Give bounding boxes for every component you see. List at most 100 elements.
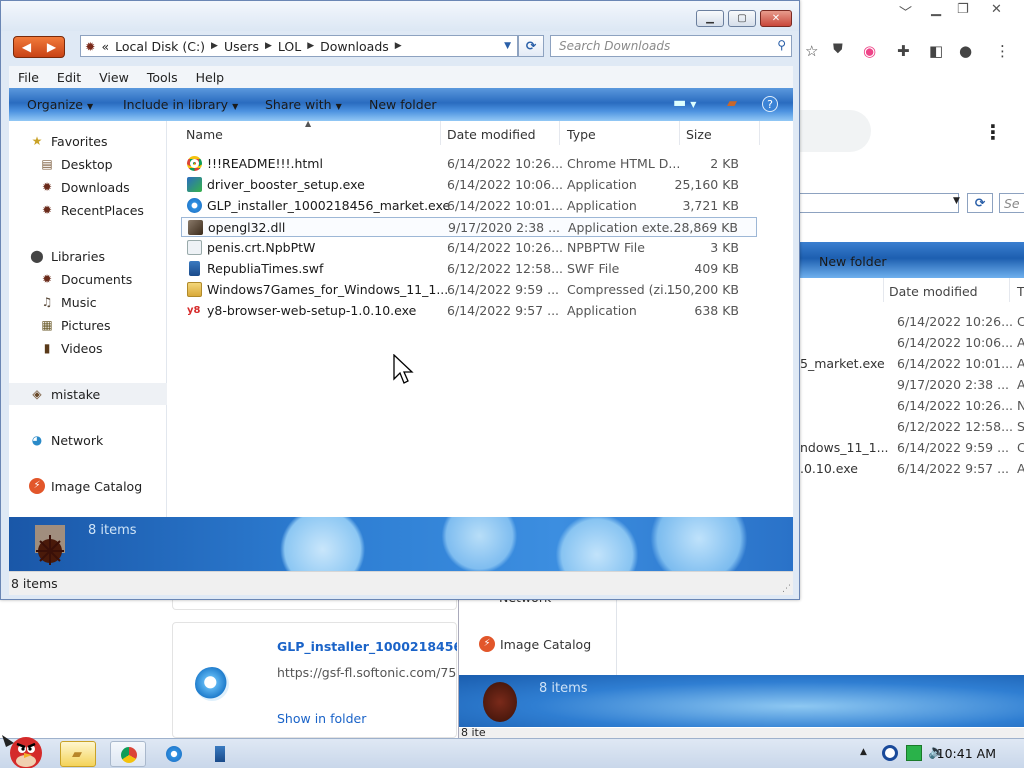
show-in-folder-link[interactable]: Show in folder (277, 711, 366, 726)
taskbar-swf-button[interactable] (202, 741, 238, 767)
file-row[interactable]: y8 y8-browser-web-setup-1.0.10.exe 6/14/2… (181, 301, 757, 321)
file-row[interactable]: RepubliaTimes.swf 6/12/2022 12:58... SWF F… (181, 259, 757, 279)
address-dropdown-icon[interactable]: ▼ (504, 41, 511, 51)
taskbar-chrome-button[interactable] (110, 741, 146, 767)
bg-date-header[interactable]: Date modified (889, 284, 978, 299)
title-bar[interactable]: ▁ ▢ ✕ (1, 1, 799, 31)
file-row[interactable]: driver_booster_setup.exe 6/14/2022 10:06.… (181, 175, 757, 195)
nav-image-catalog[interactable]: ⚡ Image Catalog (29, 478, 142, 494)
crumb-separator-icon[interactable]: ▶ (395, 41, 402, 51)
tray-app-icon[interactable] (882, 745, 898, 761)
nav-videos[interactable]: ▮ Videos (39, 340, 103, 356)
address-bar[interactable]: ✹ « Local Disk (C:) ▶ Users ▶ LOL ▶ Down… (80, 35, 518, 57)
nav-network[interactable]: ◕ Network (29, 432, 103, 448)
bg-col-sep (883, 278, 884, 302)
taskbar-explorer-button[interactable]: ▰ (60, 741, 96, 767)
share-with-button[interactable]: Share with ▼ (265, 97, 342, 112)
nav-recentplaces[interactable]: ✹ RecentPlaces (39, 202, 144, 218)
clock[interactable]: 10:41 AM (937, 746, 996, 761)
maximize-button[interactable]: ▢ (728, 10, 756, 27)
taskbar: ▰ ▲ 🔈 10:41 AM (0, 735, 1024, 768)
col-date-header[interactable]: Date modified (447, 127, 536, 142)
col-type-header[interactable]: Type (567, 127, 596, 142)
nav-favorites[interactable]: ★ Favorites (29, 133, 108, 149)
profile-icon[interactable]: ● (959, 42, 972, 60)
puzzle-icon[interactable]: ✚ (897, 42, 910, 60)
bg-type-cell: A (1017, 356, 1024, 371)
menu-file[interactable]: File (18, 70, 39, 85)
file-row[interactable]: Windows7Games_for_Windows_11_1... 6/14/20… (181, 280, 757, 300)
col-separator[interactable] (440, 121, 441, 145)
crumb-separator-icon[interactable]: ▶ (307, 41, 314, 51)
downloads-search-pill[interactable] (799, 110, 871, 152)
nav-mistake[interactable]: ◈ mistake (9, 383, 167, 405)
view-options-icon[interactable]: ▬ ▼ (673, 95, 696, 111)
nav-downloads[interactable]: ✹ Downloads (39, 179, 130, 195)
bg-type-header[interactable]: T (1017, 284, 1024, 299)
extension-color-icon[interactable]: ◉ (863, 42, 876, 60)
search-icon[interactable]: ⚲ (777, 38, 786, 52)
file-row[interactable]: penis.crt.NpbPtW 6/14/2022 10:26... NPBPTW… (181, 238, 757, 258)
forward-button[interactable]: ▶ (39, 37, 64, 57)
nav-libraries[interactable]: ⬤ Libraries (29, 248, 105, 264)
menu-kebab-icon[interactable]: ⋮ (995, 42, 1010, 60)
crumb-separator-icon[interactable]: ▶ (211, 41, 218, 51)
nav-music[interactable]: ♫ Music (39, 294, 97, 310)
chevron-down-icon: ▼ (232, 102, 239, 111)
crumb-downloads[interactable]: Downloads (320, 39, 389, 54)
help-icon[interactable]: ? (762, 96, 778, 112)
organize-button[interactable]: Organize ▼ (27, 97, 93, 112)
menu-help[interactable]: Help (196, 70, 225, 85)
bg-search-input[interactable]: Se (999, 193, 1024, 213)
minimize-button[interactable]: ▁ (696, 10, 724, 27)
show-hidden-icons-icon[interactable]: ▲ (860, 747, 867, 757)
chrome-minimize-button[interactable]: ▁ (931, 2, 941, 17)
taskbar-glp-button[interactable] (156, 741, 192, 767)
close-button[interactable]: ✕ (760, 10, 792, 27)
bg-image-catalog-item[interactable]: ⚡ Image Catalog (479, 636, 591, 652)
chrome-restore-button[interactable]: ❐ (957, 2, 969, 17)
crumb-lol[interactable]: LOL (278, 39, 301, 54)
menu-edit[interactable]: Edit (57, 70, 81, 85)
chrome-tab-search-button[interactable]: ﹀ (899, 2, 912, 21)
refresh-button[interactable]: ⟳ (518, 35, 544, 57)
preview-pane-icon[interactable]: ▰ (727, 96, 737, 111)
crumb-separator-icon[interactable]: ▶ (265, 41, 272, 51)
file-row[interactable]: !!!README!!!.html 6/14/2022 10:26... Chrom… (181, 154, 757, 174)
file-row-selected[interactable]: opengl32.dll 9/17/2020 2:38 ... Applicatio… (181, 217, 757, 237)
bg-refresh-icon[interactable]: ⟳ (967, 193, 993, 213)
network-status-icon[interactable] (906, 745, 922, 761)
col-size-header[interactable]: Size (686, 127, 712, 142)
crumb-local-disk[interactable]: Local Disk (C:) (115, 39, 205, 54)
resize-grip-icon[interactable]: ⋰ (782, 584, 791, 594)
new-folder-button[interactable]: New folder (369, 97, 437, 112)
bg-new-folder-button[interactable]: New folder (819, 254, 887, 269)
ublock-icon[interactable]: ⛊ (833, 42, 843, 57)
file-row[interactable]: GLP_installer_1000218456_market.exe 6/14/… (181, 196, 757, 216)
crumb-users[interactable]: Users (224, 39, 259, 54)
nav-pictures[interactable]: ▦ Pictures (39, 317, 110, 333)
status-item-count: 8 items (11, 576, 58, 591)
menu-tools[interactable]: Tools (147, 70, 178, 85)
col-separator[interactable] (679, 121, 680, 145)
sea-mine-icon (35, 525, 65, 565)
star-icon[interactable]: ☆ (805, 42, 818, 60)
bg-address-bar[interactable] (799, 193, 959, 213)
sidepanel-icon[interactable]: ◧ (929, 42, 943, 60)
start-button-angry-bird-icon[interactable] (2, 731, 50, 768)
col-separator[interactable] (559, 121, 560, 145)
download-title-link[interactable]: GLP_installer_1000218456_m (277, 639, 457, 654)
back-button[interactable]: ◀ (14, 37, 39, 57)
include-in-library-button[interactable]: Include in library ▼ (123, 97, 238, 112)
bg-chevron-down-icon[interactable]: ▼ (953, 196, 960, 206)
search-input[interactable]: Search Downloads ⚲ (550, 35, 792, 57)
menu-view[interactable]: View (99, 70, 129, 85)
glp-app-icon (195, 667, 229, 701)
nav-desktop[interactable]: ▤ Desktop (39, 156, 112, 172)
col-name-header[interactable]: Name (186, 127, 223, 142)
col-separator[interactable] (759, 121, 760, 145)
chrome-close-button[interactable]: ✕ (991, 2, 1002, 17)
nav-documents[interactable]: ✹ Documents (39, 271, 132, 287)
address-root-chevron[interactable]: « (101, 39, 109, 54)
downloads-more-icon[interactable]: ⋮ (983, 120, 1003, 144)
